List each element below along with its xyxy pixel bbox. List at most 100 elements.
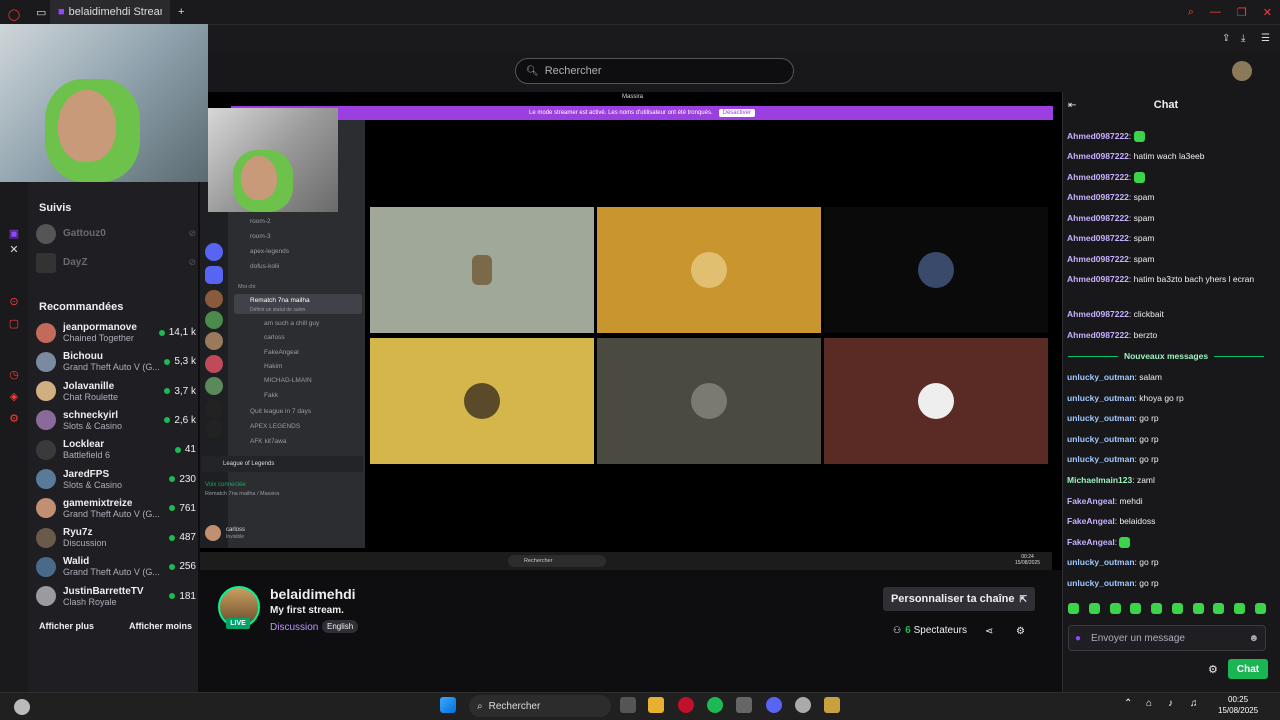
share-icon[interactable]: ⋖ [985, 626, 993, 637]
chat-username[interactable]: Ahmed0987222 [1067, 172, 1129, 182]
banner-text: Le mode streamer est activé. Les noms d'… [529, 110, 713, 116]
tab-stream[interactable]: ■ belaidimehdi Stream - Wa [50, 0, 170, 24]
volume-icon[interactable]: ♫ [1190, 698, 1198, 709]
sidebar-icon-1[interactable]: ⊙ [6, 293, 22, 309]
chat-username[interactable]: Ahmed0987222 [1067, 330, 1129, 340]
extensions-icon[interactable]: ◈ [6, 388, 22, 404]
mic-icon[interactable]: ● [1075, 633, 1081, 644]
settings-icon[interactable]: ⚙ [6, 410, 22, 426]
chat-text: spam [1133, 213, 1155, 223]
user-avatar[interactable] [1232, 61, 1252, 81]
start-icon[interactable] [440, 697, 456, 713]
chat-username[interactable]: Ahmed0987222 [1067, 213, 1129, 223]
chat-username[interactable]: FakeAngeal [1067, 496, 1115, 506]
spotify-icon[interactable] [707, 697, 723, 713]
chat-username[interactable]: Ahmed0987222 [1067, 254, 1129, 264]
chat-username[interactable]: Ahmed0987222 [1067, 309, 1129, 319]
emote-picker-icon[interactable]: ☻ [1248, 633, 1259, 644]
participant-avatar [918, 252, 954, 288]
taskbar-search[interactable]: ⌕ Rechercher [469, 695, 611, 717]
menu-icon[interactable]: ☰ [1261, 33, 1270, 44]
task-view-icon[interactable] [620, 697, 636, 713]
sidebar-icon-2[interactable]: ▢ [6, 315, 22, 331]
chat-username[interactable]: Ahmed0987222 [1067, 233, 1129, 243]
show-more-link[interactable]: Afficher plus [39, 621, 94, 631]
chat-username[interactable]: FakeAngeal [1067, 537, 1115, 547]
mic-tray-icon[interactable]: ♪ [1168, 698, 1173, 709]
minimize-icon[interactable]: — [1202, 0, 1229, 24]
league-icon[interactable] [824, 697, 840, 713]
recommended-channel[interactable]: Ryu7z Discussion 487 [36, 523, 196, 552]
stream-language-tag[interactable]: English [322, 620, 359, 633]
chat-username[interactable]: Ahmed0987222 [1067, 131, 1129, 141]
recommended-channel[interactable]: gamemixtreize Grand Theft Auto V (G... 761 [36, 494, 196, 523]
emote-icon[interactable] [1254, 603, 1266, 614]
emote-icon[interactable] [1109, 603, 1121, 614]
recommended-channel[interactable]: Jolavanille Chat Roulette 3,7 k [36, 377, 196, 406]
history-icon[interactable]: ◷ [6, 366, 22, 382]
file-explorer-icon[interactable] [648, 697, 664, 713]
customize-channel-button[interactable]: Personnaliser ta chaîne ⇱ [883, 587, 1035, 611]
chat-input[interactable]: ● Envoyer un message ☻ [1068, 625, 1266, 651]
recommended-channel[interactable]: Locklear Battlefield 6 41 [36, 435, 196, 464]
disable-streamer-button[interactable]: Désactiver [718, 109, 755, 117]
emote-icon[interactable] [1192, 603, 1204, 614]
search-icon[interactable]: ⌕ [1180, 0, 1202, 24]
chat-username[interactable]: unlucky_outman [1067, 434, 1135, 444]
user-settings-icon[interactable]: ⚙ [1016, 626, 1025, 637]
stream-category[interactable]: Discussion [270, 622, 318, 633]
chat-username[interactable]: Ahmed0987222 [1067, 192, 1129, 202]
address-bar[interactable]: ⇪ ⤓ ☰ [28, 24, 1280, 52]
chat-username[interactable]: unlucky_outman [1067, 557, 1135, 567]
download-icon[interactable]: ⤓ [1241, 33, 1245, 44]
followed-channel[interactable]: DayZ ⊘ [36, 248, 196, 277]
widgets-icon[interactable] [14, 699, 30, 715]
show-less-link[interactable]: Afficher moins [129, 621, 192, 631]
chat-username[interactable]: Ahmed0987222 [1067, 274, 1129, 284]
opera-icon[interactable] [678, 697, 694, 713]
tray-chevron-icon[interactable]: ⌃ [1124, 698, 1132, 709]
recommended-channel[interactable]: jeanpormanove Chained Together 14,1 k [36, 318, 196, 347]
collapse-chat-icon[interactable]: ⇤ [1068, 100, 1076, 111]
recommended-channel[interactable]: JaredFPS Slots & Casino 230 [36, 465, 196, 494]
taskbar-clock[interactable]: 00:25 15/08/2025 [1218, 694, 1258, 716]
chat-username[interactable]: unlucky_outman [1067, 372, 1135, 382]
emote-icon[interactable] [1088, 603, 1100, 614]
network-icon[interactable]: ⌂ [1146, 698, 1152, 709]
channel-text: Jolavanille Chat Roulette [63, 381, 164, 402]
chat-settings-icon[interactable]: ⚙ [1208, 663, 1218, 676]
recommended-channel[interactable]: Walid Grand Theft Auto V (G... 256 [36, 552, 196, 581]
new-tab-button[interactable]: + [170, 0, 192, 24]
emote-icon[interactable] [1068, 603, 1079, 614]
recommended-channel[interactable]: schneckyirl Slots & Casino 2,6 k [36, 406, 196, 435]
chat-username[interactable]: unlucky_outman [1067, 454, 1135, 464]
emote-icon[interactable] [1151, 603, 1163, 614]
chat-username[interactable]: Ahmed0987222 [1067, 151, 1129, 161]
steam-icon[interactable] [795, 697, 811, 713]
emote-icon[interactable] [1213, 603, 1225, 614]
calculator-icon[interactable] [736, 697, 752, 713]
chat-username[interactable]: unlucky_outman [1067, 578, 1135, 588]
chat-username[interactable]: unlucky_outman [1067, 413, 1135, 423]
opera-logo-icon[interactable]: ◯ [6, 6, 22, 22]
tabs-icon[interactable]: ▭ [28, 0, 50, 24]
emote-icon[interactable] [1171, 603, 1183, 614]
snapshot-icon[interactable]: ⇪ [1222, 33, 1230, 44]
maximize-icon[interactable]: ❐ [1229, 0, 1255, 24]
followed-channel[interactable]: Gattouz0 ⊘ [36, 219, 196, 248]
discord-icon[interactable] [766, 697, 782, 713]
chat-username[interactable]: unlucky_outman [1067, 393, 1135, 403]
recommended-channel[interactable]: Bichouu Grand Theft Auto V (G... 5,3 k [36, 347, 196, 376]
emote-icon[interactable] [1234, 603, 1246, 614]
streamer-name[interactable]: belaidimehdi [270, 586, 356, 602]
search-input[interactable]: 🔍︎ Rechercher [515, 58, 794, 84]
twitch-icon[interactable]: ▣ [6, 225, 22, 241]
x-icon[interactable]: ✕ [6, 241, 22, 257]
chat-send-button[interactable]: Chat [1228, 659, 1268, 679]
emote-icon[interactable] [1130, 603, 1142, 614]
chat-username[interactable]: Michaelmain123 [1067, 475, 1132, 485]
chat-username[interactable]: FakeAngeal [1067, 516, 1115, 526]
recommended-channel[interactable]: JustinBarretteTV Clash Royale 181 [36, 582, 196, 611]
channel-name: Jolavanille [63, 380, 115, 392]
close-icon[interactable]: ✕ [1255, 0, 1280, 24]
